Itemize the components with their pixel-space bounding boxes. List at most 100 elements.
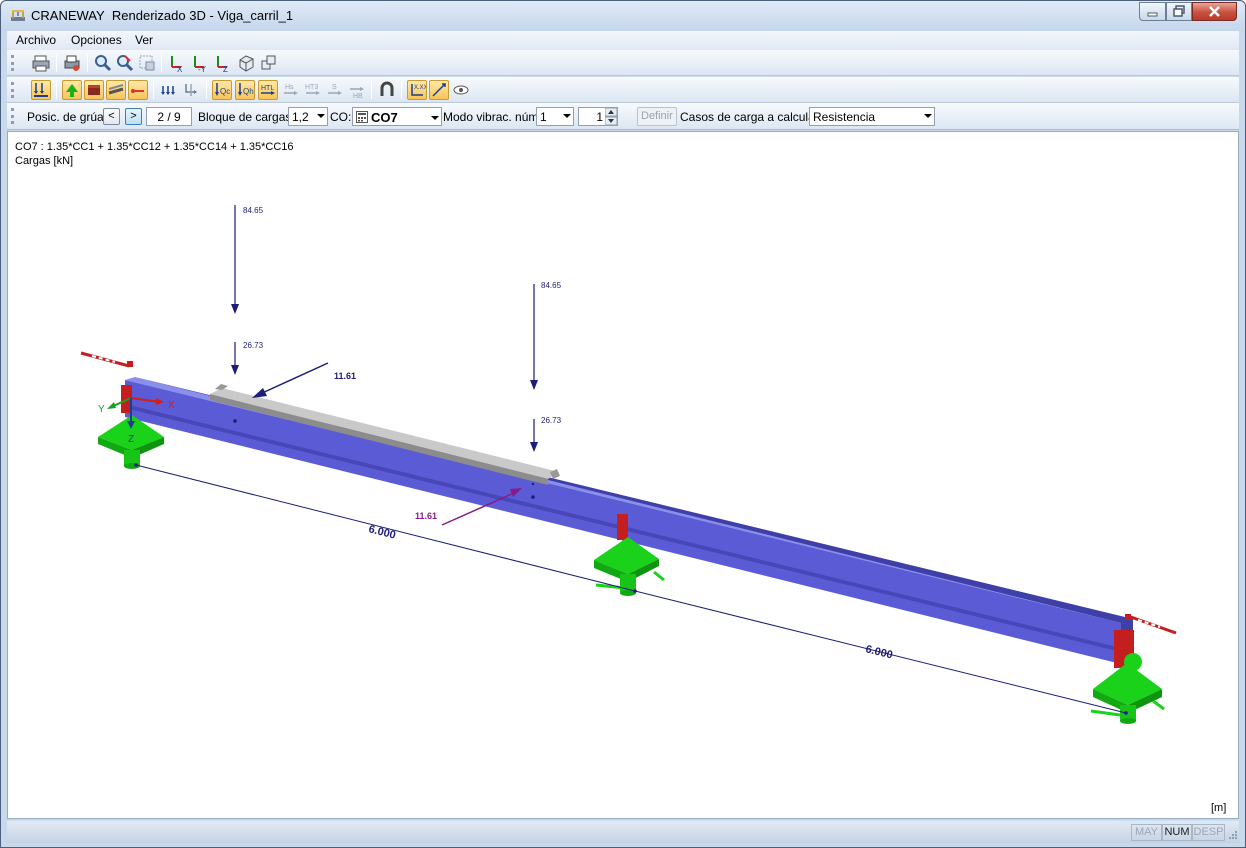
co-select[interactable]: CO7 [352,107,442,126]
toolbar-grip[interactable] [11,108,14,124]
zoom-window-icon[interactable] [137,53,157,73]
svg-text:X.XX: X.XX [414,85,426,91]
menu-ver[interactable]: Ver [135,33,153,47]
svg-text:Hs: Hs [285,84,294,91]
zoom-all-icon[interactable] [115,53,135,73]
chevron-down-icon [317,114,325,118]
view-z-icon[interactable]: Z [213,53,233,73]
toolbar-separator [161,54,162,72]
menu-archivo[interactable]: Archivo [16,33,56,47]
crane-beam [125,377,1133,664]
qc-load-button[interactable]: Qc [212,80,232,100]
zoom-icon[interactable] [93,53,113,73]
craneway-app-icon [11,10,25,21]
hs-load-icon[interactable]: Hs [281,80,301,100]
vibration-spinner[interactable]: 1 [578,107,618,126]
model-graphic[interactable]: X Y Z 6.000 6.000 84.65 26.73 11.61 84.6… [8,132,1238,818]
prev-position-button[interactable]: < [103,108,120,125]
toolbar-separator [87,54,88,72]
htl-load-icon: HTL [261,85,275,95]
maximize-button[interactable] [1166,2,1192,21]
next-position-button[interactable]: > [125,108,142,125]
horizontal-load-2-label: 11.61 [415,511,437,521]
spinner-arrows-icon[interactable] [605,108,617,125]
load-display-icon [34,83,48,97]
minimize-icon [1147,12,1158,17]
menu-bar: Archivo Opciones Ver [7,31,1239,50]
document-title: Renderizado 3D - Viga_carril_1 [111,8,294,23]
toolbar-separator [206,81,207,99]
eye-icon[interactable] [451,80,471,100]
qh-load-button[interactable]: Qh [235,80,255,100]
vertical-load-1-bottom: 26.73 [243,341,264,350]
caps-lock-indicator: MAY [1131,824,1162,841]
svg-text:Z: Z [223,65,228,73]
load-block-select[interactable]: 1,2 [288,107,328,126]
magnet-icon[interactable] [377,80,397,100]
crane-position-field[interactable]: 2 / 9 [146,107,192,126]
load-values-icon[interactable] [159,80,179,100]
close-button[interactable] [1192,2,1237,21]
hb-load-icon[interactable]: HB [347,80,367,100]
menu-opciones[interactable]: Opciones [71,33,122,47]
resize-grip-icon[interactable] [1227,827,1238,840]
chevron-down-icon [431,116,439,120]
num-lock-indicator: NUM [1162,824,1192,841]
horizontal-load-1-label: 11.61 [334,371,356,381]
print-graphic-icon[interactable] [62,53,82,73]
horizontal-load-arrow [259,362,329,395]
load-group-1: 84.65 26.73 11.61 [231,205,356,423]
svg-text:-Y: -Y [198,65,207,73]
multi-view-icon[interactable] [259,53,279,73]
render-viewport[interactable]: CO7 : 1.35*CC1 + 1.35*CC12 + 1.35*CC14 +… [7,131,1239,819]
loads-toggle-icon[interactable] [182,80,202,100]
ht3-load-icon[interactable]: HT3 [303,80,323,100]
section-display-button[interactable] [84,80,104,100]
htl-load-button[interactable]: HTL [258,80,278,100]
svg-text:HTL: HTL [261,85,274,92]
view-minus-y-icon[interactable]: -Y [190,53,210,73]
restore-icon [1173,5,1185,17]
axis-button[interactable]: X.XX [407,80,428,100]
scroll-lock-indicator: DESP [1192,824,1225,841]
toolbar-separator [56,54,57,72]
define-button[interactable]: Definir [637,107,677,126]
co-value: CO7 [371,110,398,125]
qc-load-icon: Qc [215,83,230,96]
toolbar-separator [371,81,372,99]
crane-position-label: Posic. de grúa: [27,110,108,124]
svg-text:HB: HB [353,93,363,100]
vibration-mode-select[interactable]: 1 [536,107,574,126]
application-window: CRANEWAY Renderizado 3D - Viga_carril_1 … [0,0,1246,848]
load-cases-select[interactable]: Resistencia [809,107,935,126]
x-axis-label: X [168,400,175,411]
vertical-load-2-top: 84.65 [541,281,562,290]
toolbar-grip[interactable] [11,82,14,98]
minimize-button[interactable] [1139,2,1166,21]
svg-text:HT3: HT3 [305,84,318,91]
dimension-display-icon [131,89,144,93]
chevron-down-icon [563,114,571,118]
vibration-spinner-value: 1 [596,110,603,124]
title-bar: CRANEWAY Renderizado 3D - Viga_carril_1 [1,1,1245,31]
toolbar-grip[interactable] [11,55,14,71]
rail-display-button[interactable] [106,80,126,100]
values-button[interactable] [429,80,449,100]
support-display-button[interactable] [62,80,82,100]
axis-icon: X.XX [411,84,428,96]
unit-label: [m] [1211,802,1227,814]
dimension-display-button[interactable] [128,80,148,100]
toolbar-separator [153,81,154,99]
co-label: CO: [330,110,352,124]
view-x-icon[interactable]: X [167,53,187,73]
calculator-icon [356,111,368,123]
load-cases-value: Resistencia [813,110,876,124]
app-name: CRANEWAY [31,8,105,23]
svg-text:Qc: Qc [220,87,230,96]
s-load-icon[interactable]: S [325,80,345,100]
status-bar: MAY NUM DESP [7,821,1239,843]
print-icon[interactable] [31,53,51,73]
isometric-view-icon[interactable] [236,53,256,73]
load-display-button[interactable] [31,80,51,100]
main-toolbar: X -Y Z [7,50,1239,76]
